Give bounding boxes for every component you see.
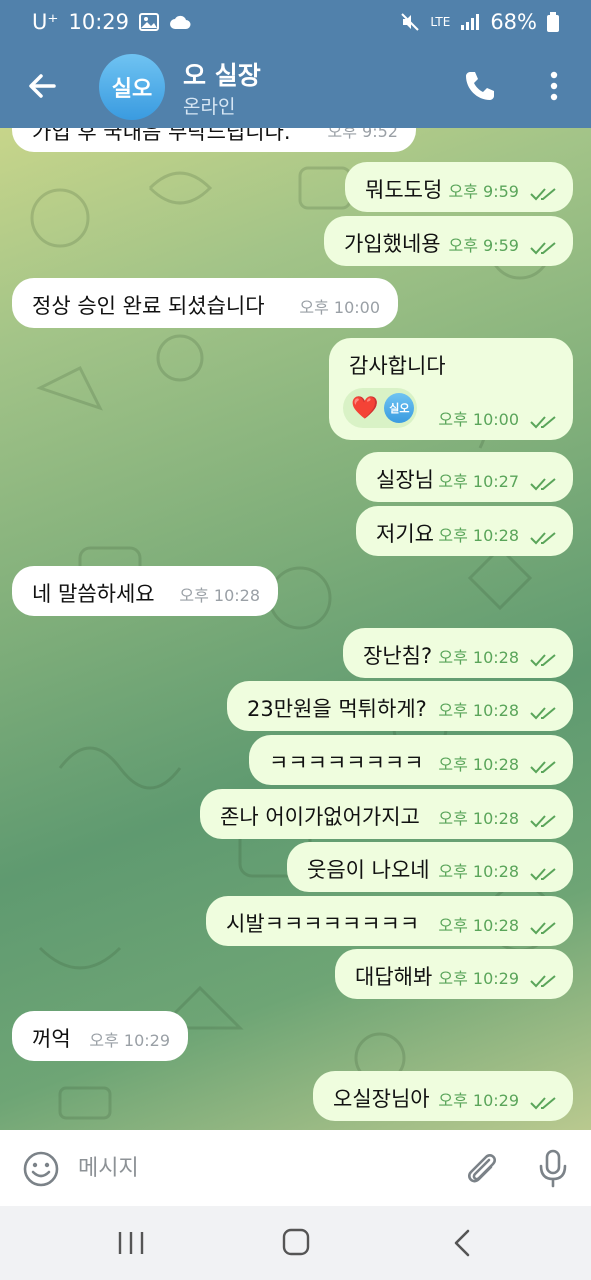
double-check-icon: [530, 922, 556, 935]
cloud-icon: [170, 15, 191, 29]
message-text: ㅋㅋㅋㅋㅋㅋㅋㅋ: [269, 751, 424, 775]
message-reaction[interactable]: ❤️ 실오: [343, 388, 417, 428]
message-text: 오실장님아: [333, 1087, 430, 1111]
message-time: 오후 10:28: [179, 586, 260, 605]
message-time: 오후 9:52: [327, 128, 398, 141]
message-text: 장난침?: [363, 644, 433, 668]
message-text: 가입 후 국내음 부탁드립니다.: [32, 128, 291, 144]
back-arrow-icon[interactable]: [22, 66, 62, 106]
message-outgoing[interactable]: ㅋㅋㅋㅋㅋㅋㅋㅋ 오후 10:28: [249, 735, 573, 785]
smiley-icon[interactable]: [22, 1150, 60, 1188]
message-time: 오후 10:29: [438, 1091, 519, 1110]
double-check-icon: [530, 975, 556, 988]
status-bar: U⁺ 10:29 LTE 68%: [0, 0, 591, 46]
double-check-icon: [530, 242, 556, 255]
message-incoming[interactable]: 네 말씀하세요 오후 10:28: [12, 566, 278, 616]
message-text: 꺼억: [32, 1027, 71, 1051]
message-time: 오후 10:28: [438, 648, 519, 667]
chat-header: 실오 오 실장 온라인: [0, 46, 591, 128]
message-outgoing[interactable]: 대답해봐 오후 10:29: [335, 949, 573, 999]
message-outgoing[interactable]: 뭐도도덩 오후 9:59: [345, 162, 573, 212]
message-time: 오후 10:28: [438, 809, 519, 828]
message-time: 오후 10:28: [438, 862, 519, 881]
message-time: 오후 10:28: [438, 916, 519, 935]
chat-area[interactable]: 가입 후 국내음 부탁드립니다. 오후 9:52 뭐도도덩 오후 9:59 가입…: [0, 128, 591, 1130]
message-outgoing[interactable]: 실장님 오후 10:27: [356, 452, 573, 502]
double-check-icon: [530, 188, 556, 201]
message-outgoing[interactable]: 오실장님아 오후 10:29: [313, 1071, 573, 1121]
phone-icon[interactable]: [462, 68, 498, 104]
system-nav-bar: [0, 1206, 591, 1280]
microphone-icon[interactable]: [535, 1148, 571, 1188]
online-status: 온라인: [183, 96, 236, 118]
message-incoming[interactable]: 정상 승인 완료 되셨습니다 오후 10:00: [12, 278, 398, 328]
message-text: 시발ㅋㅋㅋㅋㅋㅋㅋㅋ: [226, 912, 420, 936]
message-composer: [0, 1130, 591, 1206]
message-time: 오후 10:00: [299, 298, 380, 317]
status-right: LTE 68%: [400, 10, 559, 34]
message-outgoing[interactable]: 감사합니다 ❤️ 실오 오후 10:00: [329, 338, 573, 440]
message-incoming[interactable]: 가입 후 국내음 부탁드립니다. 오후 9:52: [12, 128, 416, 152]
signal-icon: [461, 14, 480, 30]
battery-icon: [547, 12, 559, 32]
message-outgoing[interactable]: 가입했네용 오후 9:59: [324, 216, 573, 266]
message-text: 저기요: [376, 522, 434, 546]
message-input[interactable]: [78, 1150, 438, 1186]
double-check-icon: [530, 532, 556, 545]
back-chevron-icon[interactable]: [450, 1228, 474, 1258]
message-time: 오후 10:29: [89, 1031, 170, 1050]
paperclip-icon[interactable]: [462, 1148, 500, 1188]
message-text: 존나 어이가없어가지고: [220, 805, 420, 829]
battery-level: 68%: [490, 10, 537, 34]
message-incoming[interactable]: 꺼억 오후 10:29: [12, 1011, 188, 1061]
message-time: 오후 10:28: [438, 701, 519, 720]
double-check-icon: [530, 707, 556, 720]
double-check-icon: [530, 1097, 556, 1110]
message-outgoing[interactable]: 저기요 오후 10:28: [356, 506, 573, 556]
contact-name[interactable]: 오 실장: [183, 56, 261, 92]
double-check-icon: [530, 815, 556, 828]
message-time: 오후 10:00: [438, 410, 519, 429]
network-label: LTE: [430, 15, 451, 29]
status-left: U⁺ 10:29: [32, 10, 191, 34]
message-time: 오후 9:59: [448, 236, 519, 255]
message-text: 23만원을 먹튀하게?: [247, 697, 427, 721]
message-outgoing[interactable]: 장난침? 오후 10:28: [343, 628, 573, 678]
more-menu-icon[interactable]: [542, 68, 566, 104]
clock: 10:29: [68, 10, 129, 34]
message-text: 정상 승인 완료 되셨습니다: [32, 294, 265, 318]
message-time: 오후 10:27: [438, 472, 519, 491]
message-text: 가입했네용: [344, 232, 441, 256]
double-check-icon: [530, 416, 556, 429]
reaction-avatar: 실오: [384, 393, 415, 423]
double-check-icon: [530, 761, 556, 774]
message-time: 오후 9:59: [448, 182, 519, 201]
message-outgoing[interactable]: 존나 어이가없어가지고 오후 10:28: [200, 789, 573, 839]
double-check-icon: [530, 654, 556, 667]
message-text: 뭐도도덩: [365, 178, 443, 202]
message-outgoing[interactable]: 23만원을 먹튀하게? 오후 10:28: [227, 681, 573, 731]
message-text: 웃음이 나오네: [307, 858, 430, 882]
message-outgoing[interactable]: 시발ㅋㅋㅋㅋㅋㅋㅋㅋ 오후 10:28: [206, 896, 573, 946]
mute-icon: [401, 13, 420, 31]
home-icon[interactable]: [282, 1228, 310, 1256]
double-check-icon: [530, 478, 556, 491]
contact-avatar[interactable]: 실오: [99, 54, 165, 120]
gallery-icon: [139, 13, 159, 31]
message-time: 오후 10:28: [438, 526, 519, 545]
message-text: 네 말씀하세요: [32, 582, 155, 606]
recent-apps-icon[interactable]: [116, 1230, 146, 1256]
heart-reaction-icon: ❤️: [351, 395, 379, 421]
message-time: 오후 10:28: [438, 755, 519, 774]
message-text: 감사합니다: [349, 354, 446, 378]
message-text: 실장님: [376, 468, 434, 492]
double-check-icon: [530, 868, 556, 881]
carrier-label: U⁺: [32, 10, 59, 34]
message-text: 대답해봐: [355, 965, 433, 989]
message-time: 오후 10:29: [438, 969, 519, 988]
message-outgoing[interactable]: 웃음이 나오네 오후 10:28: [287, 842, 573, 892]
